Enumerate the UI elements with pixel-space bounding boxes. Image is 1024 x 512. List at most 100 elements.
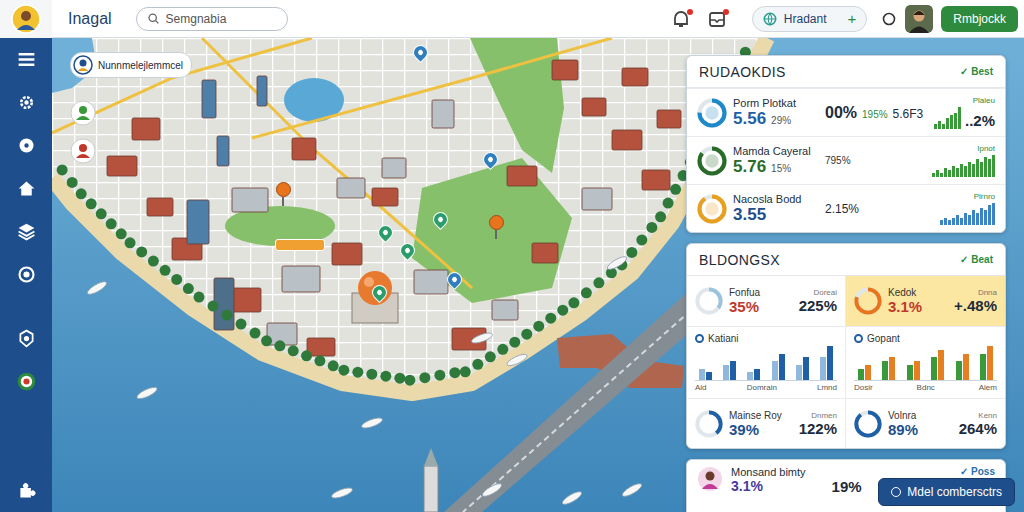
map-tag[interactable] [275,239,325,251]
building[interactable] [337,178,365,198]
building[interactable] [507,166,537,186]
stat-card[interactable]: KatianiAidDomrainLmnd [687,326,846,398]
tree [148,256,159,267]
building[interactable] [282,266,320,292]
building[interactable] [622,68,648,86]
building[interactable] [147,198,173,216]
building[interactable] [372,188,398,206]
map-pin[interactable] [483,152,499,174]
sidebar-item[interactable] [0,253,52,296]
settings-icon[interactable] [16,328,37,349]
map-pin[interactable] [275,182,291,204]
panel-badge[interactable]: ✓Poss [960,466,995,477]
building[interactable] [332,243,362,265]
building[interactable] [132,118,160,140]
chart-bar [944,168,947,177]
sidebar-item[interactable] [0,469,52,512]
card-value: 122% [799,420,837,437]
sidebar-item[interactable] [0,360,52,403]
sidebar-item[interactable] [0,167,52,210]
building[interactable] [582,98,606,116]
alert-button[interactable] [706,8,728,30]
card-label: Volnra [888,410,918,421]
domed-building[interactable] [352,271,398,323]
primary-button[interactable]: Rmbjockk [941,6,1018,32]
building[interactable] [612,130,642,150]
ranking-row[interactable]: Nacosla Bodd3.552.15%Plrnro [687,184,1005,232]
panel-badge[interactable]: ✓Best [960,66,993,77]
pill-add[interactable]: + [848,10,857,27]
tree [521,329,532,340]
building[interactable] [492,300,518,320]
tree [76,188,87,199]
layers-icon[interactable] [16,221,37,242]
stat-card[interactable]: Fonfua35%Doreai225% [687,276,846,326]
building[interactable] [107,156,137,176]
building[interactable] [552,60,578,80]
stat-card[interactable]: GopantDosirBdncAlem [846,326,1005,398]
sidebar-item[interactable] [0,317,52,360]
target-icon[interactable] [16,264,37,285]
row-total: ..2% [965,112,995,129]
building[interactable] [382,158,406,178]
alert-button[interactable] [670,8,692,30]
building[interactable] [292,138,316,160]
map-pin[interactable] [413,45,429,67]
building[interactable] [642,170,670,190]
map-pin[interactable] [433,212,449,234]
search-placeholder: Semgnabia [166,12,227,26]
building[interactable] [202,80,216,118]
stat-card[interactable]: Volnra89%Kenn264% [846,398,1005,448]
building[interactable] [217,136,229,166]
ranking-row[interactable]: Mamda Cayeral5.7615%795%Ipnot [687,136,1005,184]
puzzle-icon[interactable] [16,480,37,501]
sidebar-avatar[interactable] [0,0,52,38]
tree [261,335,272,346]
summary-value: 3.1% [731,478,806,494]
chart-bar [976,159,979,177]
profile-avatar-icon[interactable] [905,5,933,33]
sidebar-item[interactable] [0,210,52,253]
building[interactable] [657,110,681,128]
map-pin[interactable] [400,243,416,265]
map-marker[interactable] [70,138,96,164]
panel-badge[interactable]: ✓Beat [960,254,993,265]
building[interactable] [432,100,454,128]
app-logo[interactable]: Inagal [68,10,112,28]
ranking-row[interactable]: Porm Plotkat5.5629%00%195%5.6F3Plaleu..2… [687,88,1005,136]
building[interactable] [582,188,612,210]
panel-header: RUDAOKDIS ✓Best [687,56,1005,88]
status-circle-icon[interactable] [881,11,897,27]
stat-card[interactable]: Mainse Roy39%Dnmen122% [687,398,846,448]
gear-icon[interactable] [16,92,37,113]
sidebar-item[interactable] [0,124,52,167]
record-icon[interactable] [16,135,37,156]
chart-bar [936,170,939,177]
sidebar-item[interactable] [0,81,52,124]
search-icon [147,12,160,25]
location-pill[interactable]: Hradant+ [752,6,867,32]
building[interactable] [414,270,448,294]
action-button[interactable]: Mdel combersctrs [878,478,1015,506]
map[interactable]: Nunnmelejlemmcel RUDAOKDIS ✓Best Porm Plotk… [52,38,1024,512]
map-pin[interactable] [378,225,394,247]
building[interactable] [187,200,209,244]
chart-bar [706,372,712,380]
panel-title: RUDAOKDIS [699,64,786,80]
map-pin[interactable] [372,285,388,307]
flag-icon[interactable] [16,371,37,392]
map-marker[interactable] [70,100,96,126]
row-tag: Plaleu [973,96,995,105]
building[interactable] [232,188,268,212]
sidebar-item[interactable] [0,38,52,81]
map-label[interactable]: Nunnmelejlemmcel [70,52,192,78]
map-pin[interactable] [447,272,463,294]
stat-card[interactable]: Kedok3.1%Dnna+.48% [846,276,1005,326]
search-field[interactable]: Semgnabia [136,7,288,31]
menu-icon[interactable] [16,49,37,70]
building[interactable] [532,243,558,263]
map-pin[interactable] [488,215,504,237]
building[interactable] [257,76,267,106]
home-icon[interactable] [16,178,37,199]
user-avatar-icon[interactable] [11,4,41,34]
